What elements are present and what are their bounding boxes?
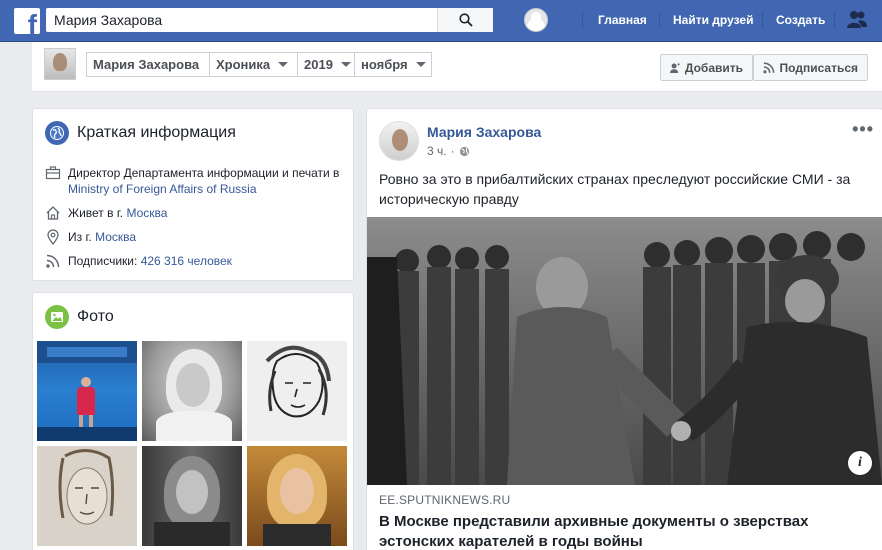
info-from: Из г. Москва [45,229,136,245]
home-icon [46,206,60,220]
photo-thumbnail[interactable] [247,446,347,546]
search-button[interactable] [437,8,493,32]
link-title[interactable]: В Москве представили архивные документы … [379,512,859,550]
intro-title: Краткая информация [45,121,236,145]
profile-thumbnail[interactable] [44,48,76,80]
post-author-name[interactable]: Мария Захарова [427,124,541,140]
crumb-timeline-dropdown[interactable]: Хроника [209,52,298,77]
profile-avatar[interactable] [524,8,548,32]
facebook-logo[interactable]: f [14,8,40,34]
crumb-profile-name[interactable]: Мария Захарова [86,52,210,77]
top-navigation-bar: f Мария Захарова Главная Найти друзей Со… [0,0,882,42]
photo-thumbnail[interactable] [142,446,242,546]
photo-thumbnail[interactable] [37,341,137,441]
hometown-link[interactable]: Москва [95,230,136,244]
crumb-month-dropdown[interactable]: ноября [354,52,432,77]
photo-thumbnail[interactable] [37,446,137,546]
lives-city-link[interactable]: Москва [126,206,167,220]
chevron-down-icon [340,62,351,67]
nav-divider [762,12,763,28]
crumb-year-dropdown[interactable]: 2019 [297,52,355,77]
post-timestamp[interactable]: 3 ч. · [427,144,470,158]
add-friend-button[interactable]: Добавить [660,54,753,81]
search-icon [458,13,473,27]
post-options-button[interactable]: ••• [852,119,874,140]
rss-icon [46,254,60,268]
info-followers: Подписчики: 426 316 человек [45,253,232,269]
post-author-avatar[interactable] [379,121,419,161]
location-pin-icon [47,229,59,245]
friend-requests-icon[interactable] [846,10,868,30]
nav-divider [659,12,660,28]
globe-icon [459,146,469,156]
globe-icon [45,121,69,145]
search-box[interactable]: Мария Захарова [46,8,493,32]
chevron-down-icon [415,62,426,67]
rss-icon [763,61,775,73]
nav-divider [582,12,583,28]
subscribe-button[interactable]: Подписаться [753,54,868,81]
photo-thumbnail[interactable] [247,341,347,441]
briefcase-icon [45,166,61,180]
post-link-image[interactable]: i [367,217,882,485]
nav-home-link[interactable]: Главная [598,13,647,27]
search-input[interactable]: Мария Захарова [54,8,444,32]
link-domain[interactable]: EE.SPUTNIKNEWS.RU [379,493,510,507]
followers-count-link[interactable]: 426 316 человек [141,254,232,268]
info-lives-in: Живет в г. Москва [45,205,167,221]
post-text: Ровно за это в прибалтийских странах пре… [379,171,851,207]
photo-icon [45,305,69,329]
nav-find-friends-link[interactable]: Найти друзей [673,13,753,27]
add-friend-icon [670,62,680,73]
nav-divider [834,12,835,28]
photos-title: Фото [45,305,114,329]
employer-link[interactable]: Ministry of Foreign Affairs of Russia [68,182,257,196]
photo-thumbnail[interactable] [142,341,242,441]
nav-create-link[interactable]: Создать [776,13,825,27]
intro-card: Краткая информация Директор Департамента… [32,108,354,281]
photos-card: Фото [32,292,354,550]
post-card: Мария Захарова 3 ч. · ••• Ровно за это в… [366,108,882,550]
timeline-header-bar: Мария Захарова Хроника 2019 ноября Добав… [32,42,882,92]
info-button[interactable]: i [848,451,872,475]
chevron-down-icon [278,62,289,67]
info-work: Директор Департамента информации и печат… [45,165,345,197]
